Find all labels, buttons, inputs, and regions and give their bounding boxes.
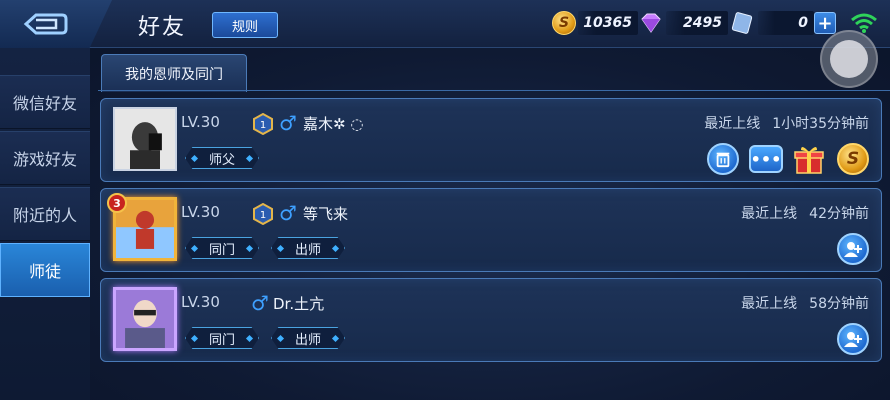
player-name: 嘉木✲ ◌ [303, 115, 364, 133]
last-online: 最近上线 58分钟前 [741, 293, 869, 313]
mentor-tag: 师父 [185, 147, 259, 169]
gift-icon [794, 146, 824, 174]
delete-icon [716, 152, 730, 168]
last-online: 最近上线 42分钟前 [741, 203, 869, 223]
recharge-plus-button[interactable]: + [814, 12, 836, 34]
add-friend-button[interactable] [837, 323, 869, 355]
player-level: LV.30 [181, 113, 220, 131]
tab-mentors-and-fellows[interactable]: 我的恩师及同门 [101, 54, 247, 92]
back-button[interactable] [0, 0, 112, 48]
hero-rank-value: 1 [260, 120, 266, 131]
back-arrow-icon [23, 13, 68, 35]
assistive-touch-button[interactable] [820, 30, 878, 88]
gold-amount: 10365 [578, 11, 638, 35]
add-friend-icon [844, 242, 862, 257]
diamond-amount: 2495 [666, 11, 728, 35]
friend-row[interactable]: 3 1 LV.30 ♂ 等飞来 同门 出师 最近上线 42分钟前 [100, 188, 882, 272]
top-bar: 好友 规则 S 10365 2495 0 + [0, 0, 890, 48]
hero-rank-icon: 1 [253, 113, 273, 135]
last-online: 最近上线 1小时35分钟前 [704, 113, 869, 133]
graduated-tag: 出师 [271, 237, 345, 259]
avatar[interactable] [113, 287, 177, 351]
male-icon: ♂ [279, 111, 297, 135]
last-online-time: 1小时35分钟前 [772, 116, 869, 132]
rules-button[interactable]: 规则 [212, 12, 278, 38]
hero-rank-icon: 1 [253, 203, 273, 225]
page-title: 好友 [138, 15, 187, 40]
voucher-amount: 0 [758, 11, 814, 35]
gold-coin-icon: S [846, 149, 860, 169]
male-icon: ♂ [279, 201, 297, 225]
add-friend-button[interactable] [837, 233, 869, 265]
last-online-time: 42分钟前 [809, 206, 869, 222]
chat-button[interactable]: ••• [749, 145, 783, 173]
friends-screen: 好友 规则 S 10365 2495 0 + 微信好友 游戏好友 附近的人 师徒… [0, 0, 890, 400]
rank-badge: 3 [107, 193, 127, 213]
sidebar-item-mentorship[interactable]: 师徒 [0, 243, 90, 297]
player-name: Dr.土亢 [273, 295, 325, 313]
last-online-label: 最近上线 [741, 206, 798, 222]
sidebar: 微信好友 游戏好友 附近的人 师徒 [0, 48, 90, 400]
diamond-icon [641, 13, 661, 33]
sidebar-item-nearby[interactable]: 附近的人 [0, 187, 90, 241]
last-online-label: 最近上线 [704, 116, 761, 132]
sidebar-item-game-friends[interactable]: 游戏好友 [0, 131, 90, 185]
graduated-tag: 出师 [271, 327, 345, 349]
friend-row[interactable]: LV.30 ♂ Dr.土亢 同门 出师 最近上线 58分钟前 [100, 278, 882, 362]
diamond-currency: 2495 [638, 10, 728, 36]
voucher-currency: 0 + [730, 10, 836, 36]
delete-button[interactable] [707, 143, 739, 175]
male-icon: ♂ [251, 291, 269, 315]
fellow-tag: 同门 [185, 327, 259, 349]
chat-icon: ••• [750, 149, 782, 169]
last-online-time: 58分钟前 [809, 296, 869, 312]
gift-button[interactable] [793, 143, 825, 175]
voucher-icon [731, 12, 753, 34]
player-level: LV.30 [181, 203, 220, 221]
player-level: LV.30 [181, 293, 220, 311]
send-gold-button[interactable]: S [837, 143, 869, 175]
add-friend-icon [844, 332, 862, 347]
gold-currency: S 10365 [552, 10, 638, 36]
avatar[interactable] [113, 107, 177, 171]
fellow-tag: 同门 [185, 237, 259, 259]
friend-row[interactable]: 1 LV.30 ♂ 嘉木✲ ◌ 师父 最近上线 1小时35分钟前 ••• S [100, 98, 882, 182]
sidebar-item-wechat-friends[interactable]: 微信好友 [0, 75, 90, 129]
player-name: 等飞来 [303, 205, 349, 223]
gold-coin-icon: S [552, 11, 576, 35]
last-online-label: 最近上线 [741, 296, 798, 312]
hero-rank-value: 1 [260, 210, 266, 221]
